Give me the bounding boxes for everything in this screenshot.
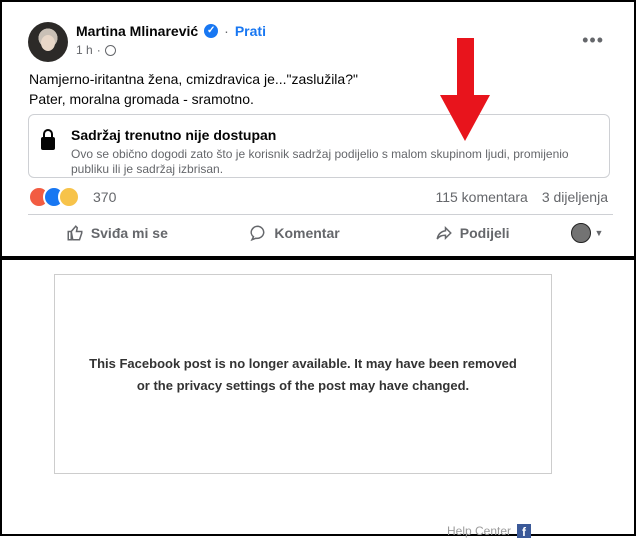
post-card: Martina Mlinarević ✓ · Prati 1 h · ••• N…	[14, 10, 622, 250]
share-count[interactable]: 3 dijeljenja	[542, 189, 608, 205]
author-avatar[interactable]	[28, 22, 68, 62]
unavailable-description: Ovo se obično dogodi zato što je korisni…	[71, 147, 569, 176]
unavailable-notice: This Facebook post is no longer availabl…	[54, 274, 552, 474]
follow-button[interactable]: Prati	[235, 23, 266, 39]
like-label: Sviđa mi se	[90, 225, 168, 241]
thumbs-up-icon	[67, 225, 83, 241]
comment-label: Komentar	[274, 225, 340, 241]
account-switcher[interactable]: ▼	[561, 223, 613, 243]
like-button[interactable]: Sviđa mi se	[28, 224, 206, 242]
reaction-summary: 370 115 komentara 3 dijeljenja	[28, 186, 613, 210]
embedded-post-unavailable: This Facebook post is no longer availabl…	[0, 258, 636, 539]
share-icon	[436, 225, 452, 241]
sad-reaction-icon[interactable]	[58, 186, 80, 208]
unavailable-message: This Facebook post is no longer availabl…	[89, 356, 517, 393]
chevron-down-icon: ▼	[594, 228, 604, 238]
user-avatar	[570, 223, 591, 243]
facebook-post-screenshot: Martina Mlinarević ✓ · Prati 1 h · ••• N…	[0, 0, 636, 258]
engagement-stats: 115 komentara 3 dijeljenja	[435, 189, 608, 205]
lock-icon	[41, 129, 55, 150]
post-meta: 1 h ·	[76, 43, 116, 57]
comment-count[interactable]: 115 komentara	[435, 189, 527, 205]
share-button[interactable]: Podijeli	[383, 224, 561, 242]
more-options-icon[interactable]: •••	[582, 30, 604, 51]
reaction-count[interactable]: 370	[93, 189, 116, 205]
post-actions: Sviđa mi se Komentar Podijeli ▼	[28, 218, 613, 248]
globe-icon	[104, 44, 116, 56]
post-time[interactable]: 1 h	[76, 43, 93, 57]
actions-divider	[28, 214, 613, 215]
share-label: Podijeli	[459, 225, 510, 241]
unavailable-content-box: Sadržaj trenutno nije dostupan Ovo se ob…	[28, 114, 610, 178]
comment-icon	[250, 225, 265, 242]
red-arrow-annotation-icon	[440, 38, 490, 141]
comment-button[interactable]: Komentar	[206, 224, 384, 242]
author-name[interactable]: Martina Mlinarević	[76, 23, 198, 39]
post-header: Martina Mlinarević ✓ · Prati	[76, 23, 266, 39]
unavailable-title: Sadržaj trenutno nije dostupan	[71, 127, 277, 143]
separator-dot: ·	[224, 23, 229, 39]
verified-icon: ✓	[204, 24, 219, 38]
